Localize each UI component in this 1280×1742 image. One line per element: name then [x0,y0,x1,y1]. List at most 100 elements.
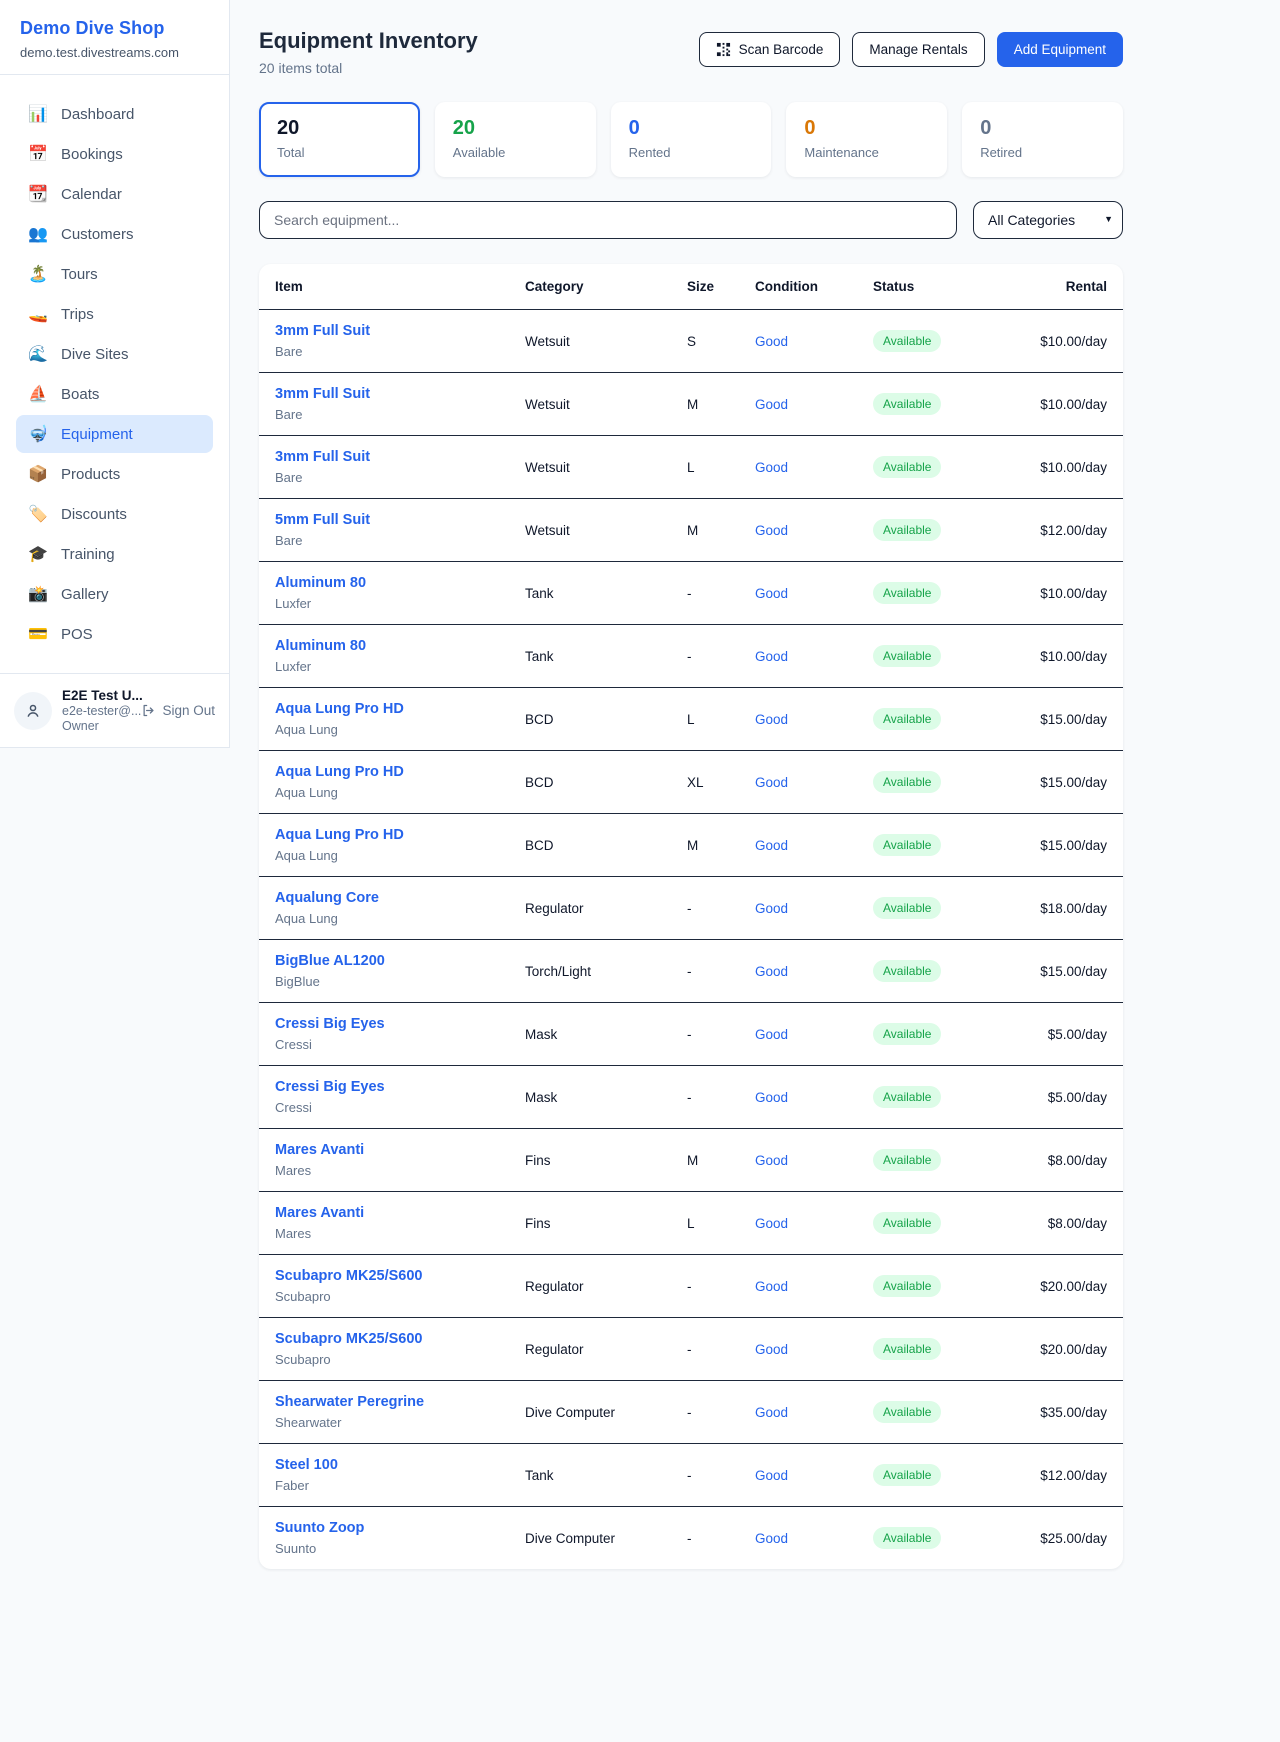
item-name-link[interactable]: Shearwater Peregrine [275,1394,525,1410]
item-size: S [687,334,755,349]
stat-card-retired[interactable]: 0 Retired [962,102,1123,177]
sidebar-item-dive-sites[interactable]: 🌊 Dive Sites [16,335,213,373]
item-name-link[interactable]: Aqua Lung Pro HD [275,701,525,717]
status-badge: Available [873,771,941,793]
item-name-link[interactable]: Aqualung Core [275,890,525,906]
sidebar-item-dashboard[interactable]: 📊 Dashboard [16,95,213,133]
item-condition-link[interactable]: Good [755,523,873,538]
scan-barcode-button[interactable]: Scan Barcode [699,32,841,67]
item-name-link[interactable]: Aluminum 80 [275,575,525,591]
barcode-icon [716,42,731,57]
user-email: e2e-tester@... [62,704,131,718]
sign-out-button[interactable]: Sign Out [141,703,215,718]
sidebar-item-label: Trips [61,306,94,323]
stat-card-rented[interactable]: 0 Rented [611,102,772,177]
item-condition-link[interactable]: Good [755,1531,873,1546]
item-condition-link[interactable]: Good [755,1216,873,1231]
item-name-link[interactable]: 3mm Full Suit [275,449,525,465]
item-size: L [687,1216,755,1231]
item-name-link[interactable]: 3mm Full Suit [275,386,525,402]
item-condition-link[interactable]: Good [755,1153,873,1168]
sidebar-item-tours[interactable]: 🏝️ Tours [16,255,213,293]
item-name-link[interactable]: Mares Avanti [275,1205,525,1221]
table-row: Suunto Zoop Suunto Dive Computer - Good … [259,1507,1123,1569]
item-condition-link[interactable]: Good [755,712,873,727]
item-brand: Scubapro [275,1352,525,1367]
add-equipment-button[interactable]: Add Equipment [997,32,1123,67]
user-meta: E2E Test U... e2e-tester@... Owner [62,688,131,733]
sidebar-item-discounts[interactable]: 🏷️ Discounts [16,495,213,533]
user-role: Owner [62,719,131,733]
item-size: M [687,838,755,853]
item-condition-link[interactable]: Good [755,460,873,475]
sidebar-item-gallery[interactable]: 📸 Gallery [16,575,213,613]
sidebar-item-bookings[interactable]: 📅 Bookings [16,135,213,173]
sidebar-item-label: Discounts [61,506,127,523]
item-condition-link[interactable]: Good [755,334,873,349]
sidebar-item-trips[interactable]: 🚤 Trips [16,295,213,333]
item-rental-price: $15.00/day [1033,712,1107,727]
item-brand: Bare [275,533,525,548]
item-name-link[interactable]: 5mm Full Suit [275,512,525,528]
item-condition-link[interactable]: Good [755,901,873,916]
status-badge: Available [873,897,941,919]
column-header-condition: Condition [755,279,873,294]
item-name-link[interactable]: Aqua Lung Pro HD [275,764,525,780]
item-condition-link[interactable]: Good [755,1468,873,1483]
stat-card-maintenance[interactable]: 0 Maintenance [786,102,947,177]
sidebar-item-pos[interactable]: 💳 POS [16,615,213,653]
item-condition-link[interactable]: Good [755,586,873,601]
shop-name: Demo Dive Shop [20,18,209,39]
item-name-link[interactable]: Scubapro MK25/S600 [275,1268,525,1284]
item-name-link[interactable]: 3mm Full Suit [275,323,525,339]
sidebar-item-training[interactable]: 🎓 Training [16,535,213,573]
item-name-link[interactable]: Suunto Zoop [275,1520,525,1536]
sidebar-item-label: Boats [61,386,99,403]
page-title-block: Equipment Inventory 20 items total [259,28,478,76]
sidebar-item-label: Calendar [61,186,122,203]
sidebar-item-products[interactable]: 📦 Products [16,455,213,493]
item-name-link[interactable]: Mares Avanti [275,1142,525,1158]
sidebar-item-equipment[interactable]: 🤿 Equipment [16,415,213,453]
item-category: Wetsuit [525,397,687,412]
table-row: Aluminum 80 Luxfer Tank - Good Available… [259,562,1123,625]
item-condition-link[interactable]: Good [755,1342,873,1357]
item-name-link[interactable]: Cressi Big Eyes [275,1079,525,1095]
item-condition-link[interactable]: Good [755,775,873,790]
item-brand: Bare [275,344,525,359]
status-badge: Available [873,519,941,541]
item-name-link[interactable]: Steel 100 [275,1457,525,1473]
item-condition-link[interactable]: Good [755,1405,873,1420]
item-condition-link[interactable]: Good [755,964,873,979]
manage-rentals-button[interactable]: Manage Rentals [852,32,984,67]
item-name-link[interactable]: Scubapro MK25/S600 [275,1331,525,1347]
status-badge: Available [873,393,941,415]
content: Equipment Inventory 20 items total [259,28,1123,1569]
table-row: Aqua Lung Pro HD Aqua Lung BCD L Good Av… [259,688,1123,751]
stat-card-total[interactable]: 20 Total [259,102,420,177]
sidebar-item-boats[interactable]: ⛵ Boats [16,375,213,413]
item-condition-link[interactable]: Good [755,838,873,853]
category-select[interactable]: All Categories [973,201,1123,239]
item-name-link[interactable]: BigBlue AL1200 [275,953,525,969]
sidebar-item-calendar[interactable]: 📆 Calendar [16,175,213,213]
item-name-link[interactable]: Aluminum 80 [275,638,525,654]
item-condition-link[interactable]: Good [755,397,873,412]
sidebar-item-label: Training [61,546,115,563]
stat-card-available[interactable]: 20 Available [435,102,596,177]
item-name-link[interactable]: Aqua Lung Pro HD [275,827,525,843]
sidebar-item-label: Equipment [61,426,133,443]
item-rental-price: $15.00/day [1033,964,1107,979]
item-condition-link[interactable]: Good [755,1027,873,1042]
item-condition-link[interactable]: Good [755,1090,873,1105]
search-input[interactable] [259,201,957,239]
item-category: Regulator [525,1342,687,1357]
item-name-link[interactable]: Cressi Big Eyes [275,1016,525,1032]
logout-icon [141,703,156,718]
item-condition-link[interactable]: Good [755,1279,873,1294]
item-rental-price: $15.00/day [1033,838,1107,853]
dashboard-icon: 📊 [28,104,48,124]
table-header-row: Item Category Size Condition Status Rent… [259,264,1123,310]
item-condition-link[interactable]: Good [755,649,873,664]
sidebar-item-customers[interactable]: 👥 Customers [16,215,213,253]
